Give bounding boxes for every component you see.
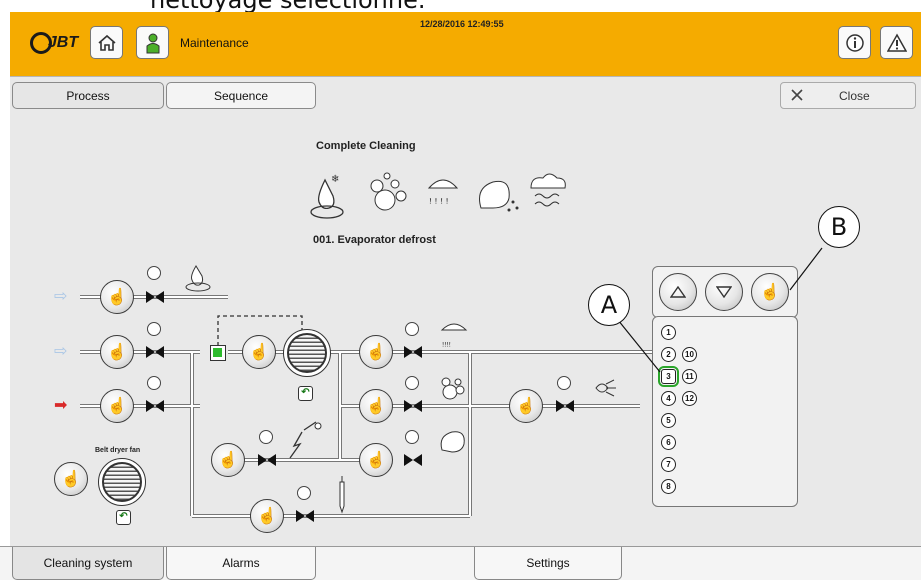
- callout-lines: [617, 247, 823, 373]
- callout-a: A: [588, 284, 630, 326]
- callout-b: B: [818, 206, 860, 248]
- tab-alarms[interactable]: Alarms: [166, 547, 316, 580]
- tab-cleaning-system[interactable]: Cleaning system: [12, 547, 164, 580]
- tab-settings[interactable]: Settings: [474, 547, 622, 580]
